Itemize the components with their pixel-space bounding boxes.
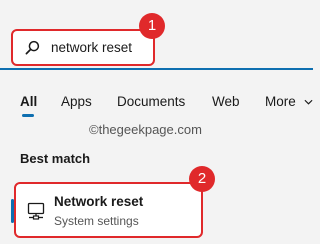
- network-computer-icon: [27, 202, 45, 220]
- result-title: Network reset: [54, 194, 144, 209]
- best-match-result[interactable]: Network reset System settings: [14, 182, 203, 238]
- step-1-badge: 1: [139, 13, 165, 39]
- result-subtitle: System settings: [54, 214, 139, 228]
- search-query-text[interactable]: network reset: [51, 40, 132, 55]
- watermark: ©thegeekpage.com: [89, 122, 202, 137]
- tab-documents[interactable]: Documents: [117, 94, 185, 109]
- tab-more[interactable]: More: [265, 94, 296, 109]
- search-input[interactable]: network reset: [11, 29, 155, 66]
- tab-web[interactable]: Web: [212, 94, 240, 109]
- best-match-heading: Best match: [20, 151, 91, 166]
- active-tab-indicator: [22, 114, 34, 117]
- search-icon: [25, 40, 40, 55]
- step-2-badge: 2: [189, 166, 215, 192]
- tab-apps[interactable]: Apps: [61, 94, 92, 109]
- search-focus-underline: [0, 68, 313, 70]
- chevron-down-icon[interactable]: [304, 99, 313, 106]
- tab-all[interactable]: All: [20, 94, 37, 109]
